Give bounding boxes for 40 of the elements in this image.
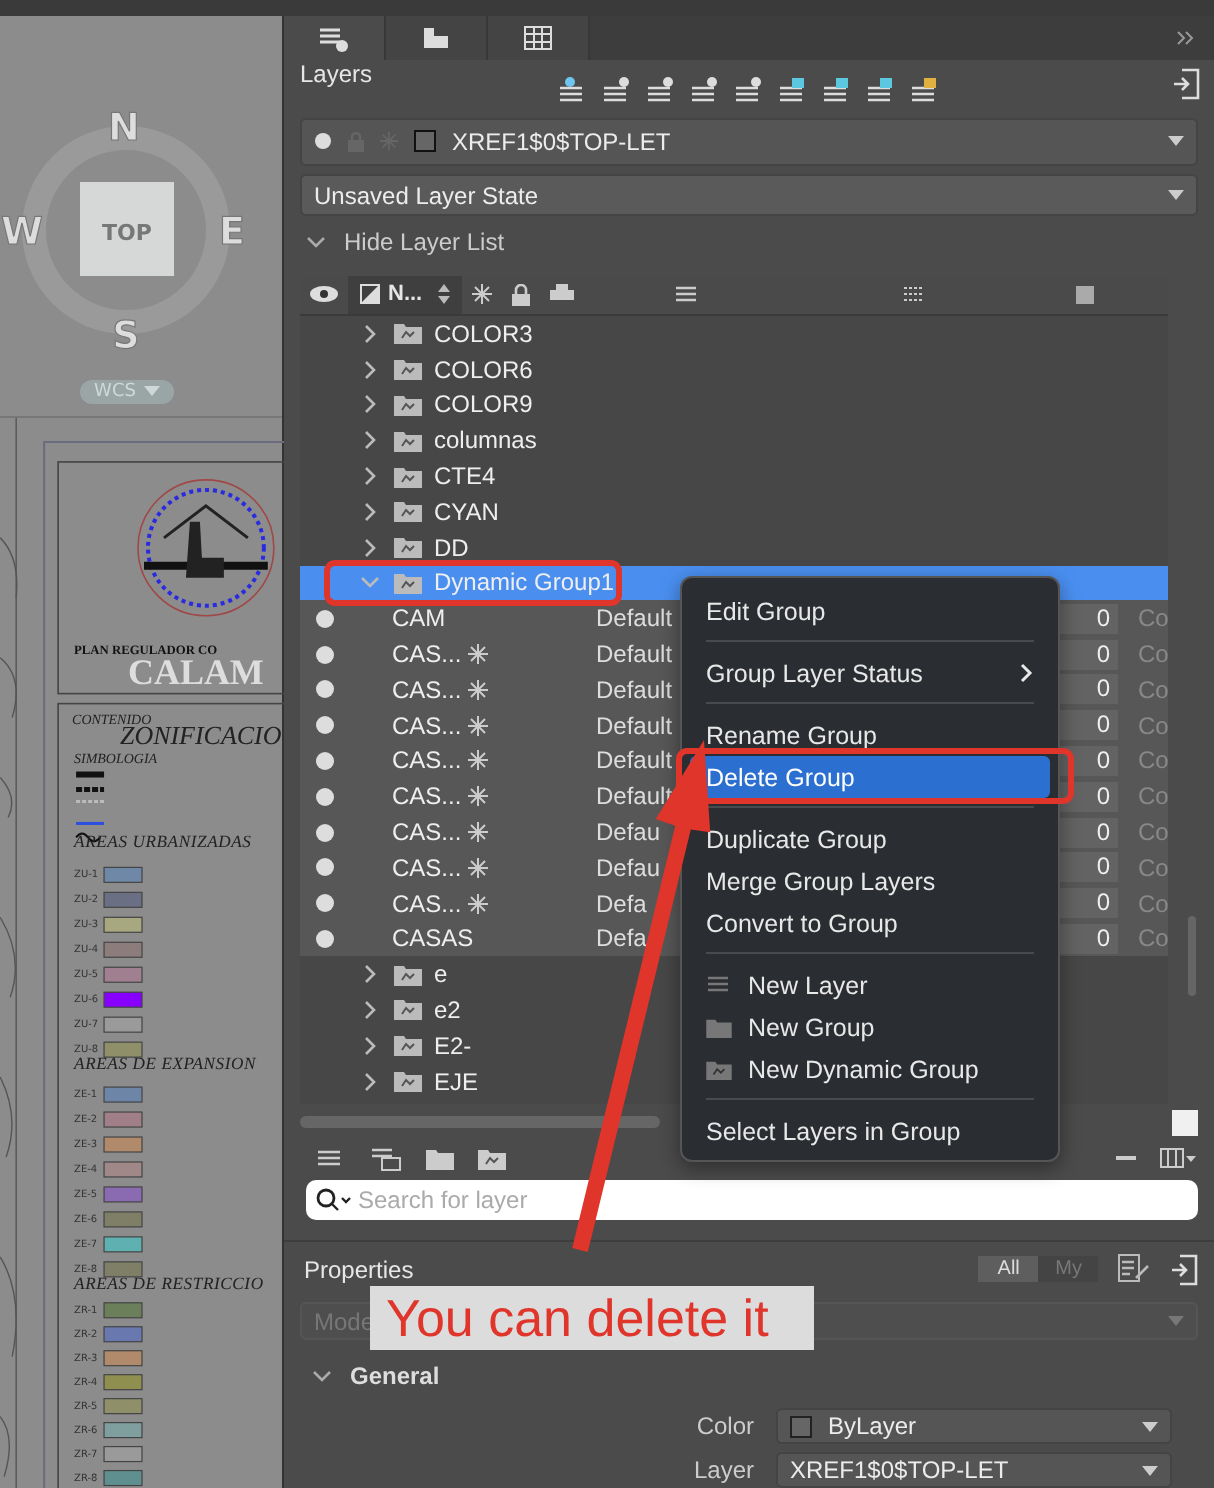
layer-name: CAS... xyxy=(392,782,464,811)
linetype-text: Defau xyxy=(596,853,663,882)
group-name: COLOR3 xyxy=(434,319,533,348)
layer-name: CAS... xyxy=(392,853,464,882)
panel-title: Layers xyxy=(300,60,373,89)
field-label: Layer xyxy=(691,1456,754,1484)
legend-section-title: AREAS DE EXPANSION xyxy=(74,1052,257,1073)
layer-name: CASAS xyxy=(392,924,468,953)
linetype-text: Default xyxy=(596,675,675,704)
group-name: COLOR9 xyxy=(434,390,533,419)
linetype-text: Default xyxy=(596,782,675,811)
linetype-text: Defa xyxy=(596,889,649,918)
field-label: Color xyxy=(694,1412,754,1440)
group-name: Dynamic Group1 xyxy=(434,568,615,597)
linetype-text: Default xyxy=(596,640,675,669)
group-name: E2- xyxy=(434,1031,472,1060)
layer-name: CAM xyxy=(392,604,448,633)
layer-name: CAS... xyxy=(392,746,464,775)
legend-section-title: AREAS DE RESTRICCIO xyxy=(74,1272,264,1293)
layer-name: CAS... xyxy=(392,889,464,918)
legend-section-title: AREAS URBANIZADAS xyxy=(74,830,252,851)
group-name: EJE xyxy=(434,1067,479,1096)
annotation-tooltip: You can delete it xyxy=(370,1286,814,1350)
group-name: e2 xyxy=(434,995,461,1024)
linetype-text: Defa xyxy=(596,924,649,953)
layer-name: CAS... xyxy=(392,675,464,704)
city-title: CALAM xyxy=(128,651,264,692)
group-name: CYAN xyxy=(434,497,499,526)
layer-name: CAS... xyxy=(392,640,464,669)
group-name: e xyxy=(434,960,448,989)
group-name: columnas xyxy=(434,426,537,455)
linetype-text: Default xyxy=(596,746,675,775)
panel-title: Properties xyxy=(304,1255,414,1284)
layer-name: CAS... xyxy=(392,818,464,846)
group-name: CTE4 xyxy=(434,462,496,491)
group-name: DD xyxy=(434,533,469,562)
linetype-text: Defau xyxy=(596,818,663,846)
group-name: COLOR6 xyxy=(434,355,533,384)
linetype-text: Default xyxy=(596,711,675,740)
layer-name: CAS... xyxy=(392,711,464,740)
